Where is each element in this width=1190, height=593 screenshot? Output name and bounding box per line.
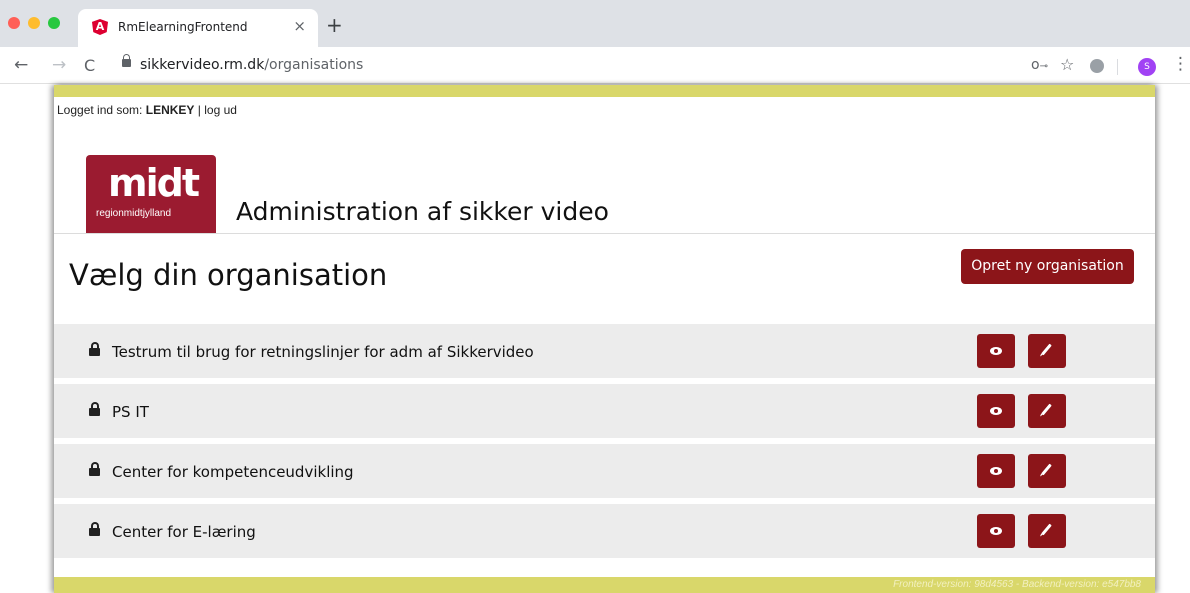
star-icon[interactable]: ☆ — [1060, 55, 1074, 74]
extension-icon[interactable] — [1090, 59, 1104, 73]
forward-arrow-icon[interactable]: → — [52, 55, 66, 75]
view-button[interactable] — [977, 334, 1015, 368]
reload-icon[interactable]: C — [84, 56, 95, 75]
url-host: sikkervideo.rm.dk — [140, 57, 265, 73]
browser-tab[interactable]: A RmElearningFrontend × — [78, 9, 318, 47]
view-button[interactable] — [977, 394, 1015, 428]
angular-favicon-icon: A — [92, 19, 108, 35]
eye-icon — [990, 407, 1002, 415]
login-status: Logget ind som: LENKEY | log ud — [57, 103, 237, 117]
lock-icon[interactable] — [122, 54, 131, 67]
address-bar[interactable]: sikkervideo.rm.dk/organisations — [108, 51, 1108, 79]
organisation-row: Testrum til brug for retningslinjer for … — [54, 324, 1155, 378]
pencil-icon — [1041, 343, 1052, 356]
version-text: Frontend-version: 98d4563 - Backend-vers… — [893, 579, 1141, 590]
organisation-name: Center for E-læring — [112, 523, 256, 541]
organisation-row: Center for E-læring — [54, 504, 1155, 558]
window-minimize-button[interactable] — [28, 17, 40, 29]
footer-band: Frontend-version: 98d4563 - Backend-vers… — [54, 577, 1155, 593]
create-organisation-button[interactable]: Opret ny organisation — [961, 249, 1134, 284]
url-path: /organisations — [264, 57, 364, 73]
view-button[interactable] — [977, 514, 1015, 548]
tab-close-icon[interactable]: × — [293, 17, 306, 35]
organisation-name: Center for kompetenceudvikling — [112, 463, 354, 481]
login-prefix: Logget ind som: — [57, 103, 143, 117]
window-zoom-button[interactable] — [48, 17, 60, 29]
lock-icon — [89, 342, 100, 356]
app-title: Administration af sikker video — [236, 197, 609, 226]
tab-title: RmElearningFrontend — [118, 20, 248, 34]
toolbar-divider — [1117, 59, 1118, 75]
logout-link[interactable]: log ud — [204, 103, 237, 117]
edit-button[interactable] — [1028, 334, 1066, 368]
lock-icon — [89, 462, 100, 476]
window-close-button[interactable] — [8, 17, 20, 29]
pencil-icon — [1041, 523, 1052, 536]
view-button[interactable] — [977, 454, 1015, 488]
browser-toolbar: ← → C sikkervideo.rm.dk/organisations o⊸… — [0, 47, 1190, 84]
pencil-icon — [1041, 403, 1052, 416]
browser-tab-bar: A RmElearningFrontend × + — [0, 0, 1190, 47]
page-viewport: Logget ind som: LENKEY | log ud midt reg… — [0, 85, 1190, 593]
organisation-row: Center for kompetenceudvikling — [54, 444, 1155, 498]
edit-button[interactable] — [1028, 514, 1066, 548]
logo-main-text: midt — [108, 161, 200, 205]
key-icon[interactable]: o⊸ — [1031, 57, 1048, 73]
organisation-name: PS IT — [112, 403, 149, 421]
menu-icon[interactable]: ⋮ — [1172, 54, 1189, 74]
lock-icon — [89, 402, 100, 416]
content-card: Logget ind som: LENKEY | log ud midt reg… — [54, 85, 1155, 593]
login-separator: | — [197, 103, 201, 117]
header-divider — [54, 233, 1155, 234]
eye-icon — [990, 527, 1002, 535]
edit-button[interactable] — [1028, 454, 1066, 488]
new-tab-button[interactable]: + — [326, 13, 343, 37]
region-logo: midt regionmidtjylland — [86, 155, 216, 233]
organisation-name: Testrum til brug for retningslinjer for … — [112, 343, 534, 361]
page-title: Vælg din organisation — [69, 258, 388, 292]
username: LENKEY — [145, 103, 195, 117]
url-text[interactable]: sikkervideo.rm.dk/organisations — [140, 57, 363, 73]
logo-sub-text: regionmidtjylland — [96, 208, 172, 219]
pencil-icon — [1041, 463, 1052, 476]
profile-avatar[interactable]: S — [1138, 58, 1156, 76]
lock-icon — [89, 522, 100, 536]
top-band — [54, 85, 1155, 97]
back-arrow-icon[interactable]: ← — [14, 55, 28, 75]
eye-icon — [990, 347, 1002, 355]
eye-icon — [990, 467, 1002, 475]
organisation-list: Testrum til brug for retningslinjer for … — [54, 324, 1155, 564]
organisation-row: PS IT — [54, 384, 1155, 438]
edit-button[interactable] — [1028, 394, 1066, 428]
